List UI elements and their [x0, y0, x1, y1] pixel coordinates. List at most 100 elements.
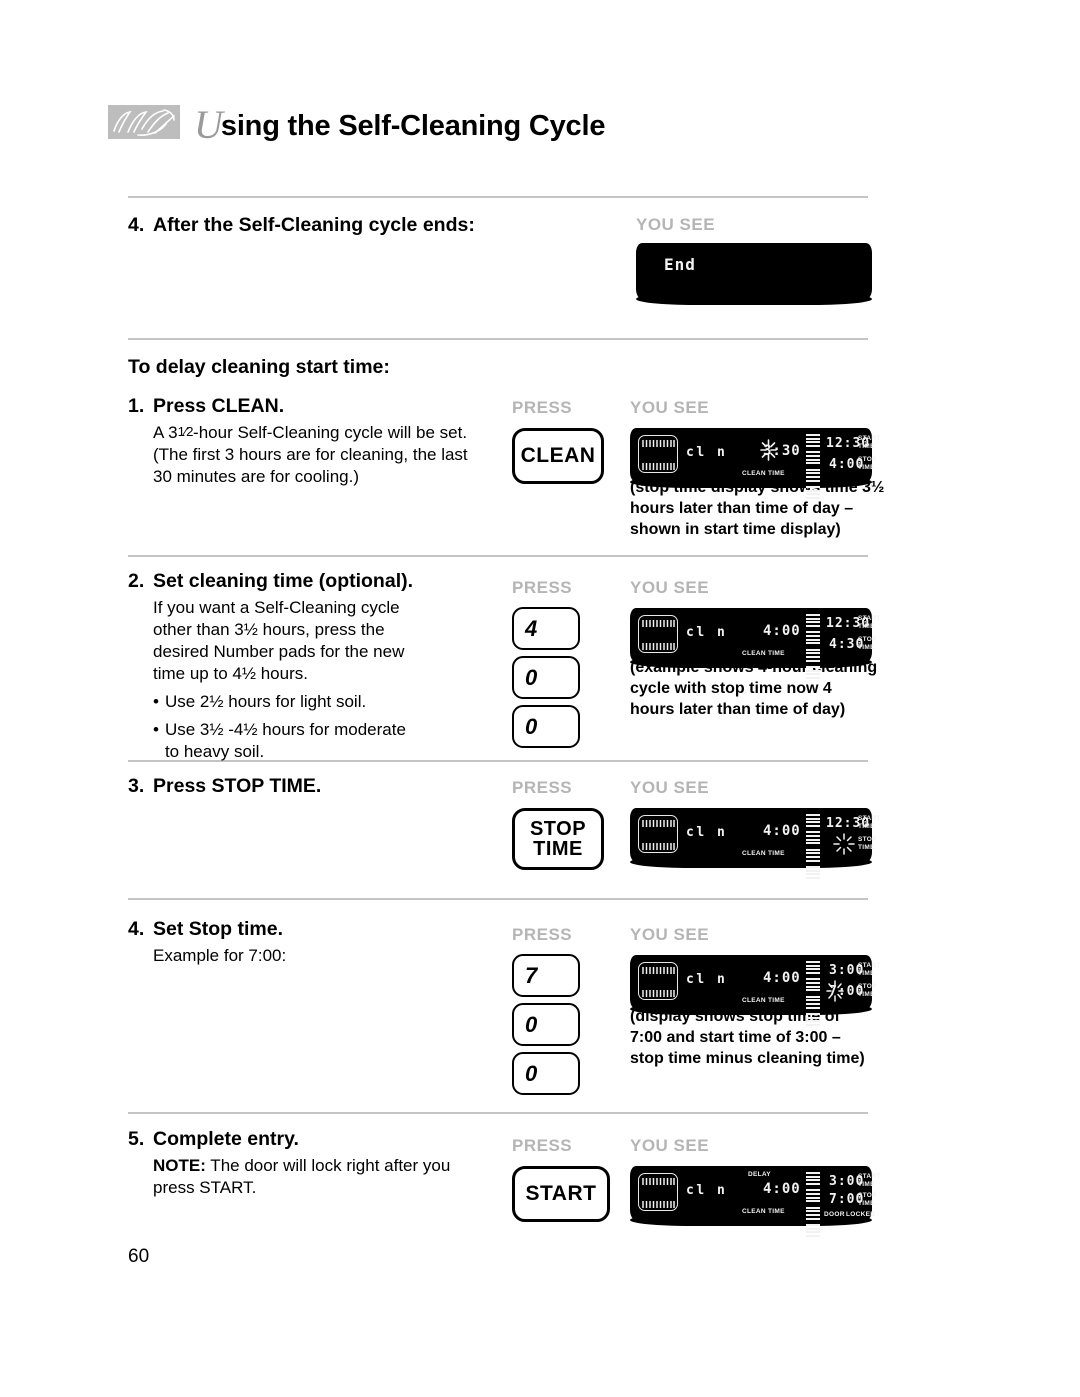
display-step3-stop-label-1: STOP [858, 836, 877, 843]
step2-bullet-1: Use 2½ hours for light soil. [164, 692, 367, 712]
display-step2: cl n 4:00 CLEAN TIME 12:30 START TIME 4:… [630, 608, 880, 679]
step2-bullet-2: Use 3½ -4½ hours for moderate to heavy s… [164, 719, 406, 762]
display-step5-door-label: DOOR [824, 1211, 845, 1218]
oven-icon [638, 962, 678, 1000]
display-step3-start-label-1: START [858, 815, 881, 822]
display-step2-start-label-1: START [858, 615, 881, 622]
display-step4-start-label-2: TIME [858, 970, 875, 977]
step1-heading: 1. Press CLEAN. [128, 395, 488, 419]
display-end-text: End [664, 255, 696, 274]
display-step3: cl n 4:00 CLEAN TIME 12:30 START TIME ST… [630, 808, 880, 879]
display-step5-clean-time-label: CLEAN TIME [742, 1208, 785, 1215]
you-see-label-6: YOU SEE [630, 1136, 710, 1155]
number-pad-0-d[interactable]: 0 [512, 1052, 580, 1095]
press-label-2: PRESS [512, 578, 573, 597]
display-step1-bar-indicator [806, 434, 820, 504]
display-step5: cl n DELAY 4:00 CLEAN TIME DOOR LOCKED 3… [630, 1166, 880, 1237]
bullet-dot-icon: • [153, 719, 159, 739]
display-step5-locked-label: LOCKED [846, 1211, 876, 1218]
step1-body-part2: -hour Self-Cleaning cycle will be set. (… [153, 423, 468, 487]
stop-time-button-line2: TIME [533, 838, 583, 860]
display-end: End [636, 243, 872, 305]
number-pad-7[interactable]: 7 [512, 954, 580, 997]
number-pad-4[interactable]: 4 [512, 607, 580, 650]
page-header: Using the Self-Cleaning Cycle [108, 98, 606, 147]
display-step5-mode: cl n [686, 1183, 728, 1198]
stop-time-button-line1: STOP [529, 817, 587, 840]
display-step3-stop-label-2: TIME [858, 844, 875, 851]
step3-number: 3. [128, 775, 145, 797]
step2-number: 2. [128, 570, 145, 592]
step1-body: A 31⁄2-hour Self-Cleaning cycle will be … [128, 422, 488, 488]
oven-icon [638, 815, 678, 853]
display-step2-stop-label-2: TIME [858, 644, 875, 651]
step1-body-part1: A 3 [153, 423, 178, 443]
step4-number: 4. [128, 918, 145, 940]
display-step4-start-label-1: START [858, 962, 881, 969]
divider-3 [128, 555, 868, 557]
oven-icon [638, 1173, 678, 1211]
display-step4-clean-time: 4:00 [763, 970, 801, 986]
you-see-label-3: YOU SEE [630, 578, 710, 597]
bullet-dot-icon: • [153, 692, 159, 712]
display-step2-mode: cl n [686, 625, 728, 640]
display-step4-mode: cl n [686, 972, 728, 987]
you-see-label-5: YOU SEE [630, 925, 710, 944]
step5-note: NOTE: The door will lock right after you… [128, 1155, 458, 1199]
display-step4: cl n 4:00 CLEAN TIME 3:00 START TIME 7:0… [630, 955, 880, 1026]
list-item: • Use 3½ -4½ hours for moderate to heavy… [153, 719, 488, 764]
display-step5-delay-label: DELAY [748, 1171, 771, 1178]
display-step5-bar-indicator [806, 1172, 820, 1242]
display-step1-start-label-2: TIME [858, 443, 875, 450]
oven-icon [638, 615, 678, 653]
step4-heading: 4. Set Stop time. [128, 918, 488, 942]
number-pad-0-c[interactable]: 0 [512, 1003, 580, 1046]
step2-heading-text: Set cleaning time (optional). [153, 570, 414, 592]
list-item: • Use 2½ hours for light soil. [153, 691, 488, 713]
step1-number: 1. [128, 395, 145, 418]
display-step2-bar-indicator [806, 614, 820, 684]
page-title-initial: U [194, 102, 223, 147]
display-step4-stop-label-1: STOP [858, 983, 877, 990]
display-step3-clean-time-label: CLEAN TIME [742, 850, 785, 857]
display-step5-start-label-1: START [858, 1173, 881, 1180]
divider-2 [128, 338, 868, 340]
divider-5 [128, 898, 868, 900]
step1-caption: (stop time display shows time 3½ hours l… [630, 479, 885, 538]
step2-heading: 2. Set cleaning time (optional). [128, 570, 488, 594]
blink-starburst-icon [833, 833, 855, 855]
display-step3-start-label-2: TIME [858, 823, 875, 830]
page-title: Using the Self-Cleaning Cycle [194, 98, 606, 147]
step3-heading: 3. Press STOP TIME. [128, 775, 488, 799]
step2-caption: (example shows 4-hour cleaning cycle wit… [630, 659, 878, 718]
oven-icon [638, 435, 678, 473]
display-step5-stop-label-1: STOP [858, 1192, 877, 1199]
signature-swirl-logo-icon [108, 104, 180, 139]
clean-button[interactable]: CLEAN [512, 428, 604, 484]
display-step3-mode: cl n [686, 825, 728, 840]
display-step1-clean-time-label: CLEAN TIME [742, 470, 785, 477]
you-see-label-1: YOU SEE [636, 215, 716, 234]
display-step5-stop-label-2: TIME [858, 1200, 875, 1207]
step5-heading: 5. Complete entry. [128, 1128, 488, 1152]
after-cycle-step-number: 4. [128, 214, 145, 236]
display-step4-stop-label-2: TIME [858, 991, 875, 998]
number-pad-0-a[interactable]: 0 [512, 656, 580, 699]
display-step1-clean-time: 3:30 [763, 443, 801, 459]
display-step2-clean-time-label: CLEAN TIME [742, 650, 785, 657]
step4-body: Example for 7:00: [153, 945, 287, 965]
you-see-label-4: YOU SEE [630, 778, 710, 797]
page-title-text: sing the Self-Cleaning Cycle [220, 110, 606, 142]
step2-bullets: • Use 2½ hours for light soil. • Use 3½ … [128, 691, 488, 763]
display-step5-start-label-2: TIME [858, 1181, 875, 1188]
number-pad-0-b[interactable]: 0 [512, 705, 580, 748]
start-button[interactable]: START [512, 1166, 610, 1222]
display-step5-clean-time: 4:00 [763, 1181, 801, 1197]
display-step4-clean-time-label: CLEAN TIME [742, 997, 785, 1004]
divider-1 [128, 196, 868, 198]
stop-time-button[interactable]: STOP TIME [512, 808, 604, 870]
display-step1-stop-label-1: STOP [858, 456, 877, 463]
after-cycle-heading: 4. After the Self-Cleaning cycle ends: [128, 214, 488, 238]
divider-6 [128, 1112, 868, 1114]
step5-note-label: NOTE: [153, 1155, 206, 1175]
